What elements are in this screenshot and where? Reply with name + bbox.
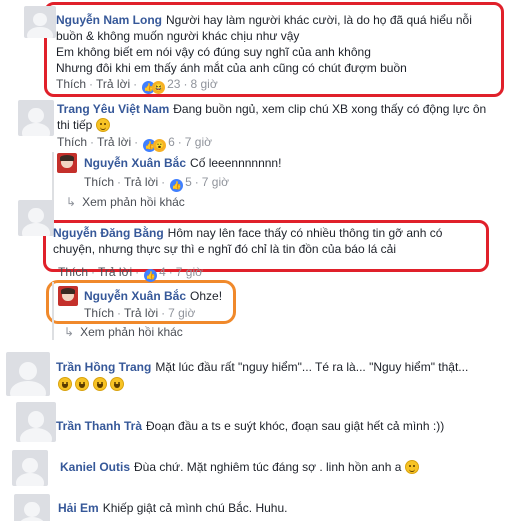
smiling-face-icon bbox=[95, 118, 110, 132]
thumbs-up-icon: 👍 bbox=[170, 179, 184, 192]
laughing-face-icon bbox=[58, 377, 72, 391]
reaction-count[interactable]: 23 bbox=[167, 77, 180, 91]
reply-actions: Thích · Trả lời · 7 giờ bbox=[84, 306, 196, 320]
avatar[interactable] bbox=[18, 200, 54, 236]
reply-link[interactable]: Trả lời bbox=[96, 77, 130, 91]
comment-text: Mặt lúc đầu rất "nguy hiểm"... Té ra là.… bbox=[155, 360, 469, 374]
like-link[interactable]: Thích bbox=[84, 175, 114, 189]
avatar[interactable] bbox=[14, 494, 50, 521]
smiling-face-icon bbox=[404, 460, 419, 474]
commenter-name[interactable]: Nguyễn Đăng Bằng bbox=[53, 226, 164, 240]
comment-text: Đoạn đầu a ts e suýt khóc, đoạn sau giật… bbox=[146, 419, 445, 433]
commenter-name[interactable]: Nguyễn Nam Long bbox=[56, 13, 162, 27]
reply-arrow-icon: ↳ bbox=[66, 195, 77, 209]
avatar[interactable] bbox=[18, 100, 54, 136]
comment-text: Khiếp giật cả mình chú Bắc. Huhu. bbox=[102, 501, 288, 515]
reaction-count[interactable]: 6 bbox=[168, 135, 175, 149]
surprised-face-icon: 😮 bbox=[153, 139, 167, 152]
comment-actions: Thích · Trả lời · 👍😆 23 · 8 giờ bbox=[56, 77, 218, 94]
commenter-name[interactable]: Nguyễn Xuân Bắc bbox=[84, 156, 186, 170]
view-more-replies-link[interactable]: ↳ Xem phản hồi khác bbox=[66, 195, 185, 209]
reply-link[interactable]: Trả lời bbox=[124, 306, 158, 320]
comment-body: Trần Thanh Trà Đoạn đầu a ts e suýt khóc,… bbox=[56, 418, 506, 434]
comment-body: Trang Yêu Việt Nam Đang buồn ngủ, xem cli… bbox=[57, 101, 497, 133]
like-link[interactable]: Thích bbox=[84, 306, 114, 320]
like-link[interactable]: Thích bbox=[58, 265, 88, 279]
comment-actions: Thích · Trả lời · 👍😮 6 · 7 giờ bbox=[57, 135, 213, 152]
comment-body: Kaniel Outis Đùa chứ. Mặt nghiêm túc đáng… bbox=[60, 459, 500, 475]
reply-body: Nguyễn Xuân Bắc Ohze! bbox=[84, 288, 234, 304]
avatar[interactable] bbox=[57, 153, 77, 173]
comment-text: Cố leeennnnnnn! bbox=[190, 156, 282, 170]
comment-body: Nguyễn Đăng Bằng Hôm nay lên face thấy có… bbox=[53, 225, 473, 257]
timestamp[interactable]: 7 giờ bbox=[176, 265, 203, 279]
commenter-name[interactable]: Kaniel Outis bbox=[60, 460, 130, 474]
comment-text: Ohze! bbox=[190, 289, 223, 303]
timestamp[interactable]: 7 giờ bbox=[168, 306, 195, 320]
reply-link[interactable]: Trả lời bbox=[98, 265, 132, 279]
timestamp[interactable]: 7 giờ bbox=[202, 175, 229, 189]
more-replies-label: Xem phản hồi khác bbox=[80, 325, 183, 339]
laughing-face-icon bbox=[92, 377, 107, 391]
comment-body: Hải Em Khiếp giật cả mình chú Bắc. Huhu. bbox=[58, 500, 498, 516]
reply-arrow-icon: ↳ bbox=[64, 325, 75, 339]
reply-actions: Thích · Trả lời · 👍 5 · 7 giờ bbox=[84, 175, 230, 192]
commenter-name[interactable]: Trang Yêu Việt Nam bbox=[57, 102, 169, 116]
laughing-face-icon bbox=[110, 377, 125, 391]
reaction-count[interactable]: 5 bbox=[185, 175, 192, 189]
avatar[interactable] bbox=[6, 352, 50, 396]
timestamp[interactable]: 8 giờ bbox=[190, 77, 217, 91]
comment-text: Đùa chứ. Mặt nghiêm túc đáng sợ . linh h… bbox=[134, 460, 402, 474]
avatar[interactable] bbox=[58, 286, 78, 306]
commenter-name[interactable]: Trần Thanh Trà bbox=[56, 419, 142, 433]
commenter-name[interactable]: Hải Em bbox=[58, 501, 99, 515]
reply-body: Nguyễn Xuân Bắc Cố leeennnnnnn! bbox=[84, 155, 484, 171]
commenter-name[interactable]: Trần Hồng Trang bbox=[56, 360, 151, 374]
comment-actions: Thích · Trả lời · 👍 4 · 7 giờ bbox=[58, 265, 204, 282]
view-more-replies-link[interactable]: ↳ Xem phản hồi khác bbox=[64, 325, 183, 339]
avatar[interactable] bbox=[16, 402, 56, 442]
comment-body: Nguyễn Nam Long Người hay làm người khác … bbox=[56, 12, 486, 76]
emoji-row bbox=[58, 376, 125, 392]
reply-link[interactable]: Trả lời bbox=[124, 175, 158, 189]
like-link[interactable]: Thích bbox=[56, 77, 86, 91]
reply-thread-line bbox=[52, 282, 54, 340]
like-link[interactable]: Thích bbox=[57, 135, 87, 149]
reply-link[interactable]: Trả lời bbox=[97, 135, 131, 149]
avatar[interactable] bbox=[24, 6, 56, 38]
reaction-count[interactable]: 4 bbox=[159, 265, 166, 279]
more-replies-label: Xem phản hồi khác bbox=[82, 195, 185, 209]
avatar[interactable] bbox=[12, 450, 48, 486]
laughing-face-icon bbox=[75, 377, 90, 391]
timestamp[interactable]: 7 giờ bbox=[185, 135, 212, 149]
comment-body: Trần Hồng Trang Mặt lúc đầu rất "nguy hiể… bbox=[56, 359, 506, 375]
commenter-name[interactable]: Nguyễn Xuân Bắc bbox=[84, 289, 186, 303]
